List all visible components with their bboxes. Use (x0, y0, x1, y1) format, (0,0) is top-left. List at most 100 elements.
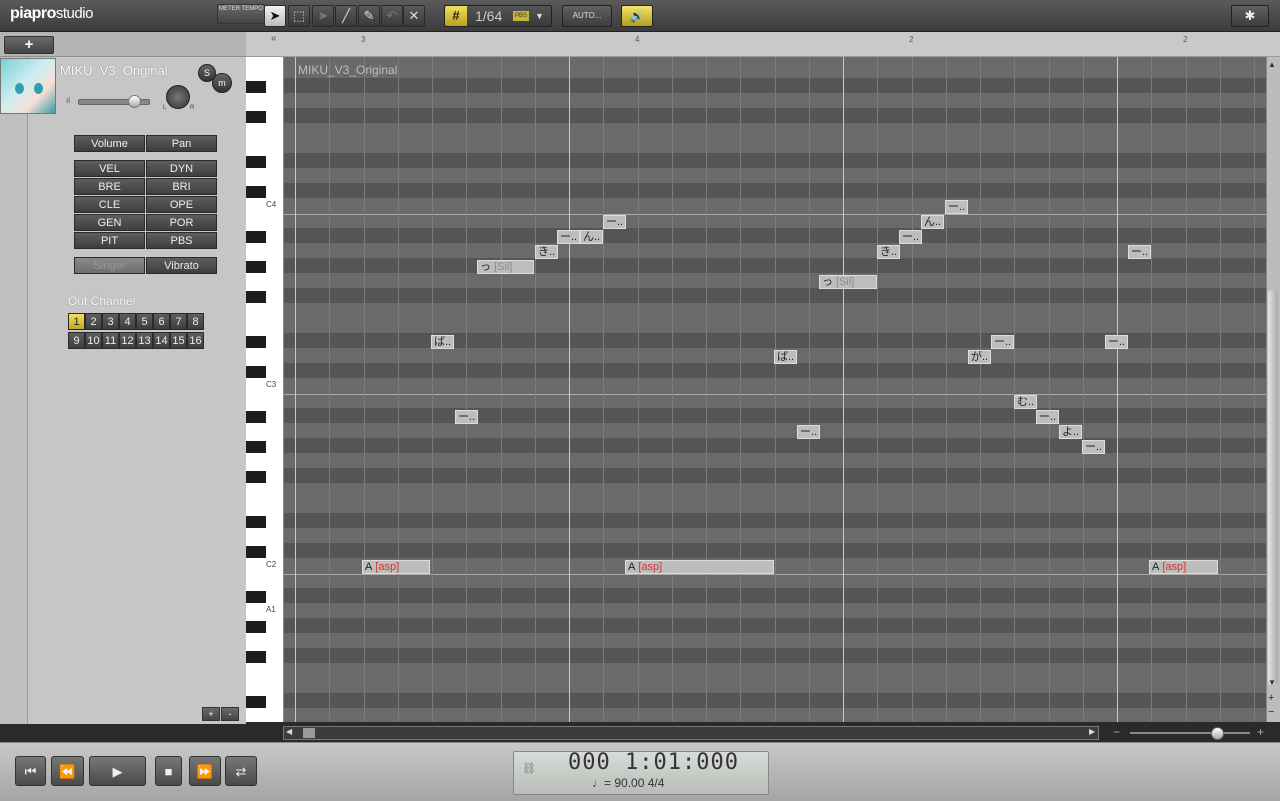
vertical-scroll-thumb[interactable] (1268, 290, 1278, 685)
zoom-slider-handle[interactable] (1211, 727, 1224, 740)
black-key[interactable] (246, 546, 266, 558)
settings-icon[interactable]: ✱ (1231, 5, 1269, 27)
chevron-down-icon[interactable]: ▼ (535, 6, 544, 26)
black-key[interactable] (246, 621, 266, 633)
collapse-icon[interactable]: « (271, 33, 277, 44)
out-channel-4-button[interactable]: 4 (119, 313, 136, 330)
black-key[interactable] (246, 366, 266, 378)
param-gen-button[interactable]: GEN (74, 214, 145, 231)
loop-button[interactable]: ⇄ (225, 756, 257, 786)
black-key[interactable] (246, 591, 266, 603)
black-key[interactable] (246, 81, 266, 93)
play-button[interactable]: ▶ (89, 756, 146, 786)
param-vibrato-button[interactable]: Vibrato (146, 257, 217, 274)
link-icon[interactable]: ⛓ (522, 762, 536, 775)
black-key[interactable] (246, 261, 266, 273)
scroll-up-icon[interactable]: ▲ (1268, 60, 1276, 69)
out-channel-11-button[interactable]: 11 (102, 332, 119, 349)
note-block[interactable]: ー.. (1082, 440, 1105, 454)
note-block[interactable]: ー.. (557, 230, 580, 244)
note-block[interactable]: っ [Sil] (819, 275, 877, 289)
scroll-down-icon[interactable]: ▼ (1268, 678, 1276, 687)
out-channel-8-button[interactable]: 8 (187, 313, 204, 330)
out-channel-5-button[interactable]: 5 (136, 313, 153, 330)
black-key[interactable] (246, 471, 266, 483)
out-channel-14-button[interactable]: 14 (153, 332, 170, 349)
grid-snap-icon[interactable]: # (445, 6, 467, 26)
note-block[interactable]: が.. (968, 350, 991, 364)
speaker-icon[interactable]: 🔊 (621, 5, 653, 27)
disabled-tool-icon[interactable]: ↶ (381, 5, 403, 27)
singer-avatar[interactable] (0, 58, 56, 114)
black-key[interactable] (246, 186, 266, 198)
note-block[interactable]: ば.. (774, 350, 797, 364)
out-channel-3-button[interactable]: 3 (102, 313, 119, 330)
black-key[interactable] (246, 516, 266, 528)
out-channel-16-button[interactable]: 16 (187, 332, 204, 349)
black-key[interactable] (246, 156, 266, 168)
note-block[interactable]: ば.. (431, 335, 454, 349)
mute-button[interactable]: m (212, 73, 232, 93)
note-block[interactable]: ー.. (603, 215, 626, 229)
volume-slider-handle[interactable] (128, 95, 141, 108)
piano-roll[interactable]: MIKU_V3_Original っ [Sil] き.. ー.. ん.. ー.. ば.. ー.… (284, 57, 1266, 722)
fast-forward-button[interactable]: ⏩ (189, 756, 221, 786)
black-key[interactable] (246, 651, 266, 663)
note-block[interactable]: ー.. (899, 230, 922, 244)
param-bre-button[interactable]: BRE (74, 178, 145, 195)
param-ope-button[interactable]: OPE (146, 196, 217, 213)
param-dyn-button[interactable]: DYN (146, 160, 217, 177)
out-channel-2-button[interactable]: 2 (85, 313, 102, 330)
zoom-out-icon[interactable]: − (1113, 725, 1120, 739)
horizontal-scroll-thumb[interactable] (303, 728, 315, 738)
black-key[interactable] (246, 441, 266, 453)
param-volume-button[interactable]: Volume (74, 135, 145, 152)
note-block[interactable]: む.. (1014, 395, 1037, 409)
rewind-button[interactable]: ⏪ (51, 756, 84, 786)
black-key[interactable] (246, 411, 266, 423)
disabled-arrow-tool-icon[interactable]: ➤ (312, 5, 334, 27)
timeline-ruler[interactable]: 3 4 2 2 (246, 32, 1280, 57)
param-pbs-button[interactable]: PBS (146, 232, 217, 249)
arrow-tool-icon[interactable]: ➤ (264, 5, 286, 27)
note-block[interactable]: ー.. (945, 200, 968, 214)
param-pit-button[interactable]: PIT (74, 232, 145, 249)
meter-tempo-button[interactable]: METER TEMPO (217, 4, 265, 24)
vertical-zoom-in-icon[interactable]: + (1268, 692, 1274, 704)
param-pan-button[interactable]: Pan (146, 135, 217, 152)
param-cle-button[interactable]: CLE (74, 196, 145, 213)
note-block[interactable]: ー.. (455, 410, 478, 424)
piano-keyboard[interactable]: C4 C3 C2 A1 (246, 57, 284, 722)
param-vel-button[interactable]: VEL (74, 160, 145, 177)
grid-quantize-selector[interactable]: # 1/64 PBS ▼ (444, 5, 552, 27)
note-block[interactable]: A [asp] (625, 560, 774, 574)
black-key[interactable] (246, 336, 266, 348)
out-channel-6-button[interactable]: 6 (153, 313, 170, 330)
note-block[interactable]: A [asp] (1149, 560, 1218, 574)
param-bri-button[interactable]: BRI (146, 178, 217, 195)
note-block[interactable]: ー.. (797, 425, 820, 439)
auto-button[interactable]: AUTO... (562, 5, 612, 27)
select-range-tool-icon[interactable]: ⬚ (288, 5, 310, 27)
note-block[interactable]: A [asp] (362, 560, 430, 574)
zoom-in-icon[interactable]: + (1257, 725, 1264, 739)
out-channel-7-button[interactable]: 7 (170, 313, 187, 330)
out-channel-1-button[interactable]: 1 (68, 313, 85, 330)
note-block[interactable]: き.. (877, 245, 900, 259)
remove-button[interactable]: - (221, 707, 239, 721)
out-channel-10-button[interactable]: 10 (85, 332, 102, 349)
black-key[interactable] (246, 696, 266, 708)
eraser-tool-icon[interactable]: ✕ (403, 5, 425, 27)
pencil-tool-icon[interactable]: ✎ (358, 5, 380, 27)
note-block[interactable]: よ.. (1059, 425, 1082, 439)
param-por-button[interactable]: POR (146, 214, 217, 231)
out-channel-15-button[interactable]: 15 (170, 332, 187, 349)
out-channel-13-button[interactable]: 13 (136, 332, 153, 349)
note-block[interactable]: ー.. (1036, 410, 1059, 424)
scroll-right-icon[interactable]: ▶ (1089, 727, 1095, 736)
add-track-button[interactable]: + (4, 36, 54, 54)
out-channel-12-button[interactable]: 12 (119, 332, 136, 349)
black-key[interactable] (246, 111, 266, 123)
black-key[interactable] (246, 231, 266, 243)
go-to-start-button[interactable]: ⏮ (15, 756, 46, 786)
